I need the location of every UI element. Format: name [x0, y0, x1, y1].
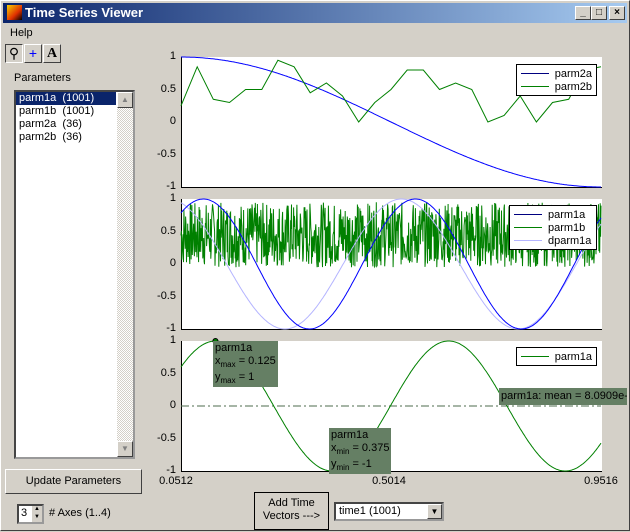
legend-line — [514, 240, 542, 241]
chevron-down-icon[interactable]: ▼ — [427, 504, 442, 519]
y-tick: 0.5 — [160, 366, 176, 379]
legend-line — [521, 356, 549, 357]
add-time-vectors-button[interactable]: Add Time Vectors ---> — [254, 492, 329, 530]
legend-line — [521, 73, 549, 74]
x-tick: 0.0512 — [159, 475, 193, 487]
y-tick: -0.5 — [157, 431, 176, 444]
max-annotation[interactable]: parm1a xmax = 0.125 ymax = 1 — [213, 341, 278, 387]
y-tick: -1 — [166, 180, 176, 192]
legend-line — [521, 86, 549, 87]
y-tick: 1 — [169, 334, 176, 346]
x-tick: 0.9516 — [584, 475, 618, 487]
y-tick: -0.5 — [157, 147, 176, 160]
legend-axes-2[interactable]: parm1a parm1b dparm1a — [509, 205, 597, 250]
legend-axes-3[interactable]: parm1a — [516, 347, 597, 366]
min-annotation[interactable]: parm1a xmin = 0.375 ymin = -1 — [329, 428, 392, 474]
y-tick: 0 — [169, 115, 176, 127]
y-tick: 1 — [169, 50, 176, 62]
y-tick: 1 — [169, 192, 176, 204]
y-tick: 0.5 — [160, 82, 176, 95]
window: Time Series Viewer _ □ × Help ⚲ + A Para… — [0, 0, 630, 531]
legend-axes-1[interactable]: parm2a parm2b — [516, 64, 597, 96]
time-vector-select[interactable]: time1 (1001) ▼ — [334, 502, 444, 521]
y-tick: 0.5 — [160, 224, 176, 237]
y-tick: -1 — [166, 322, 176, 334]
x-tick: 0.5014 — [372, 475, 406, 487]
y-tick: -0.5 — [157, 289, 176, 302]
legend-line — [514, 214, 542, 215]
mean-annotation[interactable]: parm1a: mean = 8.0909e-0 — [499, 388, 627, 405]
y-tick: 0 — [169, 399, 176, 411]
legend-line — [514, 227, 542, 228]
y-tick: 0 — [169, 257, 176, 269]
